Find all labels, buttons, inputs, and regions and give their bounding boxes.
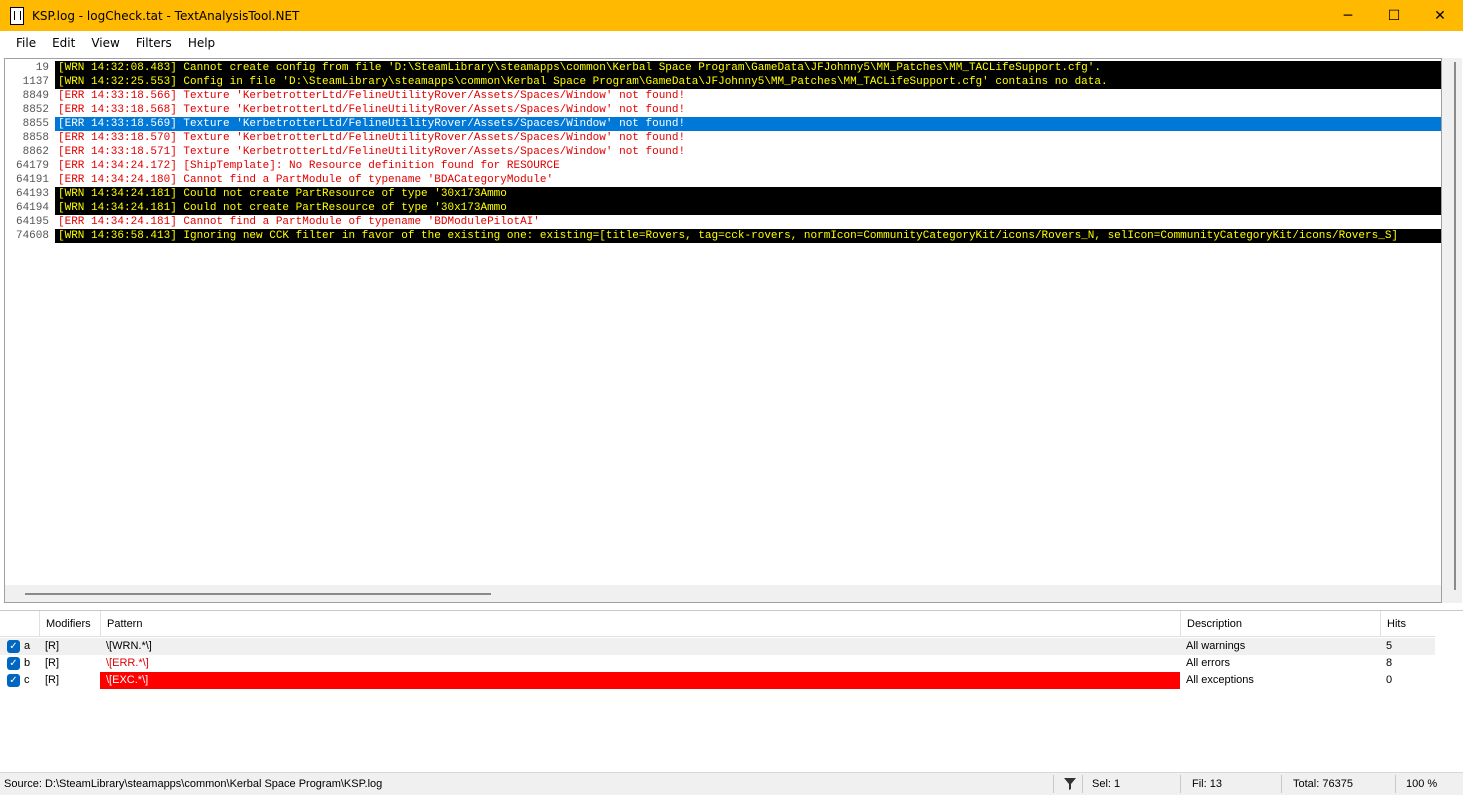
- status-fil: Fil: 13: [1192, 778, 1222, 790]
- line-number: 8858: [5, 131, 55, 145]
- filter-hits: 5: [1386, 640, 1393, 652]
- status-sel: Sel: 1: [1092, 778, 1121, 790]
- log-line[interactable]: 64191 [ERR 14:34:24.180] Cannot find a Pa…: [5, 173, 1441, 187]
- filter-modifiers: [R]: [45, 674, 60, 686]
- log-line[interactable]: 8855 [ERR 14:33:18.569] Texture 'Kerbetro…: [5, 117, 1441, 131]
- line-number: 8862: [5, 145, 55, 159]
- log-line[interactable]: 64194 [WRN 14:34:24.181] Could not create…: [5, 201, 1441, 215]
- line-number: 8852: [5, 103, 55, 117]
- filter-description: All errors: [1186, 657, 1231, 669]
- title-bar: KSP.log - logCheck.tat - TextAnalysisToo…: [0, 0, 1463, 31]
- line-text: [ERR 14:33:18.571] Texture 'Kerbetrotter…: [55, 145, 1441, 159]
- header-modifiers[interactable]: Modifiers: [39, 611, 100, 637]
- filter-icon[interactable]: [1062, 773, 1078, 795]
- horizontal-scrollbar[interactable]: [5, 585, 1441, 602]
- menu-file[interactable]: File: [8, 36, 44, 50]
- line-text: [ERR 14:33:18.568] Texture 'Kerbetrotter…: [55, 103, 1441, 117]
- header-pattern[interactable]: Pattern: [100, 611, 1180, 637]
- filter-letter: a: [24, 640, 31, 652]
- filter-pattern[interactable]: \[WRN.*\]: [100, 638, 1180, 655]
- window-controls: ─ ☐ ✕: [1325, 0, 1463, 31]
- line-number: 8849: [5, 89, 55, 103]
- status-separator: [1053, 775, 1054, 793]
- line-number: 1137: [5, 75, 55, 89]
- line-number: 74608: [5, 229, 55, 243]
- filter-hits: 8: [1386, 657, 1393, 669]
- log-line[interactable]: 19 [WRN 14:32:08.483] Cannot create confi…: [5, 61, 1441, 75]
- status-total: Total: 76375: [1293, 778, 1353, 790]
- line-text: [ERR 14:34:24.181] Cannot find a PartMod…: [55, 215, 1441, 229]
- line-text: [ERR 14:34:24.180] Cannot find a PartMod…: [55, 173, 1441, 187]
- menu-view[interactable]: View: [83, 36, 127, 50]
- header-description[interactable]: Description: [1180, 611, 1380, 637]
- line-text: [WRN 14:32:08.483] Cannot create config …: [55, 61, 1441, 75]
- filter-modifiers: [R]: [45, 657, 60, 669]
- minimize-button[interactable]: ─: [1325, 0, 1371, 31]
- filter-pattern[interactable]: \[ERR.*\]: [100, 655, 1180, 672]
- filter-enabled-checkbox[interactable]: ✓: [7, 674, 20, 687]
- status-bar: Source: D:\SteamLibrary\steamapps\common…: [0, 772, 1463, 795]
- status-separator: [1082, 775, 1083, 793]
- line-text: [WRN 14:36:58.413] Ignoring new CCK filt…: [55, 229, 1441, 243]
- log-line[interactable]: 8858 [ERR 14:33:18.570] Texture 'Kerbetro…: [5, 131, 1441, 145]
- log-line[interactable]: 74608 [WRN 14:36:58.413] Ignoring new CCK…: [5, 229, 1441, 243]
- vertical-scrollbar[interactable]: [1442, 58, 1462, 603]
- log-line[interactable]: 64193 [WRN 14:34:24.181] Could not create…: [5, 187, 1441, 201]
- line-text: [ERR 14:33:18.570] Texture 'Kerbetrotter…: [55, 131, 1441, 145]
- window-title: KSP.log - logCheck.tat - TextAnalysisToo…: [32, 8, 300, 23]
- filter-letter: c: [24, 674, 30, 686]
- line-text: [WRN 14:32:25.553] Config in file 'D:\St…: [55, 75, 1441, 89]
- filter-row[interactable]: ✓ b [R] \[ERR.*\] All errors 8: [0, 655, 1435, 672]
- line-text: [WRN 14:34:24.181] Could not create Part…: [55, 201, 1441, 215]
- log-line[interactable]: 1137 [WRN 14:32:25.553] Config in file 'D…: [5, 75, 1441, 89]
- status-source: Source: D:\SteamLibrary\steamapps\common…: [4, 778, 383, 790]
- line-text: [ERR 14:33:18.566] Texture 'Kerbetrotter…: [55, 89, 1441, 103]
- filter-hits: 0: [1386, 674, 1393, 686]
- menu-bar: File Edit View Filters Help: [0, 31, 1463, 55]
- log-line[interactable]: 8852 [ERR 14:33:18.568] Texture 'Kerbetro…: [5, 103, 1441, 117]
- filter-enabled-checkbox[interactable]: ✓: [7, 640, 20, 653]
- filter-description: All warnings: [1186, 640, 1246, 652]
- line-number: 64191: [5, 173, 55, 187]
- log-line[interactable]: 8849 [ERR 14:33:18.566] Texture 'Kerbetro…: [5, 89, 1441, 103]
- filter-row[interactable]: ✓ c [R] \[EXC.*\] All exceptions 0: [0, 672, 1435, 689]
- log-view[interactable]: 19 [WRN 14:32:08.483] Cannot create confi…: [4, 58, 1442, 603]
- line-number: 64195: [5, 215, 55, 229]
- filter-pattern[interactable]: \[EXC.*\]: [100, 672, 1180, 689]
- filter-grid: Modifiers Pattern Description Hits ✓ a [R]…: [0, 610, 1463, 772]
- maximize-button[interactable]: ☐: [1371, 0, 1417, 31]
- horizontal-scroll-thumb[interactable]: [25, 593, 491, 595]
- line-number: 64179: [5, 159, 55, 173]
- filter-description: All exceptions: [1186, 674, 1254, 686]
- log-line[interactable]: 64179 [ERR 14:34:24.172] [ShipTemplate]: …: [5, 159, 1441, 173]
- filter-letter: b: [24, 657, 31, 669]
- line-number: 19: [5, 61, 55, 75]
- line-number: 8855: [5, 117, 55, 131]
- filter-grid-header: Modifiers Pattern Description Hits: [0, 611, 1435, 637]
- filter-enabled-checkbox[interactable]: ✓: [7, 657, 20, 670]
- menu-filters[interactable]: Filters: [128, 36, 180, 50]
- log-line[interactable]: 8862 [ERR 14:33:18.571] Texture 'Kerbetro…: [5, 145, 1441, 159]
- filter-row[interactable]: ✓ a [R] \[WRN.*\] All warnings 5: [0, 638, 1435, 655]
- filter-modifiers: [R]: [45, 640, 60, 652]
- log-lines: 19 [WRN 14:32:08.483] Cannot create confi…: [5, 61, 1441, 243]
- app-icon: [10, 6, 24, 25]
- status-separator: [1395, 775, 1396, 793]
- line-number: 64194: [5, 201, 55, 215]
- line-number: 64193: [5, 187, 55, 201]
- close-button[interactable]: ✕: [1417, 0, 1463, 31]
- status-separator: [1281, 775, 1282, 793]
- line-text: [WRN 14:34:24.181] Could not create Part…: [55, 187, 1441, 201]
- vertical-scroll-thumb[interactable]: [1454, 62, 1456, 590]
- status-separator: [1180, 775, 1181, 793]
- menu-edit[interactable]: Edit: [44, 36, 83, 50]
- line-text: [ERR 14:33:18.569] Texture 'Kerbetrotter…: [55, 117, 1441, 131]
- log-line[interactable]: 64195 [ERR 14:34:24.181] Cannot find a Pa…: [5, 215, 1441, 229]
- line-text: [ERR 14:34:24.172] [ShipTemplate]: No Re…: [55, 159, 1441, 173]
- header-hits[interactable]: Hits: [1380, 611, 1435, 637]
- menu-help[interactable]: Help: [180, 36, 223, 50]
- status-zoom: 100 %: [1406, 778, 1438, 790]
